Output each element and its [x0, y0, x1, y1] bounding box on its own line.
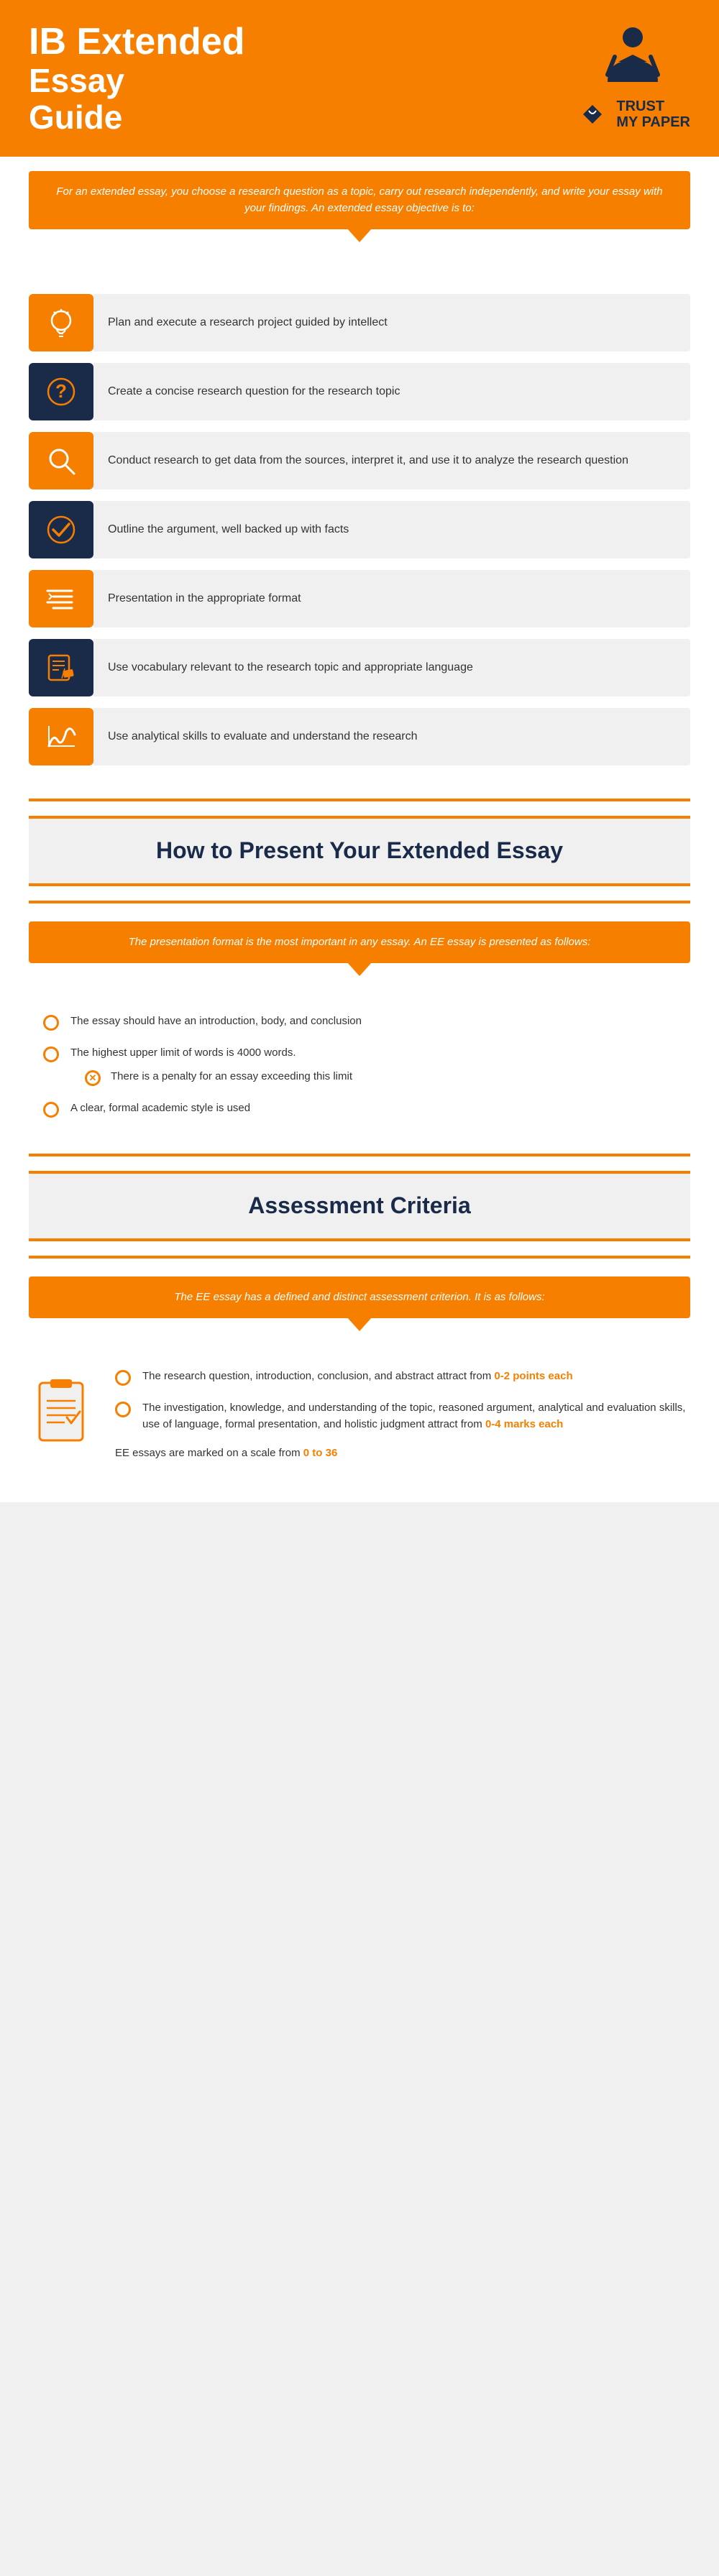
- intro-text: For an extended essay, you choose a rese…: [50, 184, 669, 216]
- brand-name-line2: MY PAPER: [616, 114, 690, 130]
- obj-icon-5: [29, 570, 93, 627]
- present-bullet-2: The highest upper limit of words is 4000…: [43, 1045, 690, 1086]
- title-line2: Essay: [29, 63, 245, 99]
- obj-icon-4: [29, 501, 93, 558]
- assess-bullets: The research question, introduction, con…: [115, 1368, 690, 1459]
- objective-item-6: Use vocabulary relevant to the research …: [29, 639, 690, 696]
- list-icon: [43, 581, 79, 617]
- diamond-icon: [574, 96, 610, 132]
- obj-icon-7: [29, 708, 93, 765]
- objective-item-5: Presentation in the appropriate format: [29, 570, 690, 627]
- notepad-icon: [32, 1376, 90, 1448]
- obj-text-3: Conduct research to get data from the so…: [93, 432, 690, 489]
- present-heading-box: How to Present Your Extended Essay: [29, 816, 690, 886]
- sub-bullet-1: ✕ There is a penalty for an essay exceed…: [85, 1069, 352, 1086]
- obj-text-4: Outline the argument, well backed up wit…: [93, 501, 690, 558]
- brand-logo: TRUST MY PAPER: [574, 96, 690, 132]
- intro-box: For an extended essay, you choose a rese…: [29, 171, 690, 229]
- present-intro-box: The presentation format is the most impo…: [29, 921, 690, 964]
- objective-item-2: ? Create a concise research question for…: [29, 363, 690, 420]
- scale-text: EE essays are marked on a scale from 0 t…: [115, 1447, 690, 1459]
- assessment-heading-box: Assessment Criteria: [29, 1171, 690, 1241]
- obj-text-7: Use analytical skills to evaluate and un…: [93, 708, 690, 765]
- present-section: The presentation format is the most impo…: [0, 921, 719, 1154]
- objectives-section: Plan and execute a research project guid…: [0, 265, 719, 799]
- bulb-icon: [43, 305, 79, 341]
- assessment-section: The EE essay has a defined and distinct …: [0, 1276, 719, 1503]
- obj-icon-2: ?: [29, 363, 93, 420]
- obj-text-2: Create a concise research question for t…: [93, 363, 690, 420]
- sub-bullet-text-1: There is a penalty for an essay exceedin…: [111, 1069, 352, 1085]
- assessment-heading: Assessment Criteria: [58, 1191, 661, 1221]
- objective-item-1: Plan and execute a research project guid…: [29, 294, 690, 351]
- section-divider-3: [29, 1154, 690, 1156]
- svg-text:?: ?: [55, 380, 67, 402]
- obj-text-5: Presentation in the appropriate format: [93, 570, 690, 627]
- brand-name-line1: TRUST: [616, 98, 690, 114]
- objective-item-4: Outline the argument, well backed up wit…: [29, 501, 690, 558]
- assess-intro-box: The EE essay has a defined and distinct …: [29, 1276, 690, 1319]
- title-line1: IB Extended: [29, 22, 245, 63]
- assess-bullet-2: The investigation, knowledge, and unders…: [115, 1400, 690, 1432]
- obj-text-6: Use vocabulary relevant to the research …: [93, 639, 690, 696]
- assess-intro-text: The EE essay has a defined and distinct …: [50, 1289, 669, 1306]
- present-intro-text: The presentation format is the most impo…: [50, 934, 669, 951]
- section-divider-4: [29, 1256, 690, 1259]
- edit-icon: [43, 650, 79, 686]
- obj-text-1: Plan and execute a research project guid…: [93, 294, 690, 351]
- assess-content: The research question, introduction, con…: [29, 1354, 690, 1459]
- assess-icon-box: [29, 1368, 93, 1448]
- question-icon: ?: [43, 374, 79, 410]
- present-bullets: The essay should have an introduction, b…: [29, 999, 690, 1118]
- x-bullet-icon: ✕: [85, 1070, 101, 1086]
- header-title: IB Extended Essay Guide: [29, 22, 245, 135]
- present-bullet-text-3: A clear, formal academic style is used: [70, 1100, 250, 1117]
- present-bullet-1: The essay should have an introduction, b…: [43, 1013, 690, 1031]
- header-right: TRUST MY PAPER: [574, 24, 690, 132]
- checkmark-icon: [43, 512, 79, 548]
- header-section: IB Extended Essay Guide TRUST MY: [0, 0, 719, 157]
- assess-bullet-circle-1: [115, 1370, 131, 1386]
- present-bullet-text-2: The highest upper limit of words is 4000…: [70, 1045, 352, 1062]
- assess-bullet-circle-2: [115, 1402, 131, 1417]
- present-bullet-text-1: The essay should have an introduction, b…: [70, 1013, 362, 1030]
- bullet-circle-3: [43, 1102, 59, 1118]
- bullet-circle-2: [43, 1046, 59, 1062]
- person-icon: [600, 24, 665, 89]
- bullet-circle-1: [43, 1015, 59, 1031]
- title-line3: Guide: [29, 99, 245, 136]
- section-divider-2: [29, 901, 690, 903]
- section-divider-1: [29, 799, 690, 801]
- obj-icon-1: [29, 294, 93, 351]
- obj-icon-3: [29, 432, 93, 489]
- infographic: IB Extended Essay Guide TRUST MY: [0, 0, 719, 1502]
- assess-bullet-text-1: The research question, introduction, con…: [142, 1368, 573, 1385]
- present-bullet-3: A clear, formal academic style is used: [43, 1100, 690, 1118]
- present-heading: How to Present Your Extended Essay: [58, 836, 661, 866]
- search-icon: [43, 443, 79, 479]
- chart-icon: [43, 719, 79, 755]
- obj-icon-6: [29, 639, 93, 696]
- assess-bullet-text-2: The investigation, knowledge, and unders…: [142, 1400, 690, 1432]
- objective-item-7: Use analytical skills to evaluate and un…: [29, 708, 690, 765]
- objective-item-3: Conduct research to get data from the so…: [29, 432, 690, 489]
- assess-bullet-1: The research question, introduction, con…: [115, 1368, 690, 1386]
